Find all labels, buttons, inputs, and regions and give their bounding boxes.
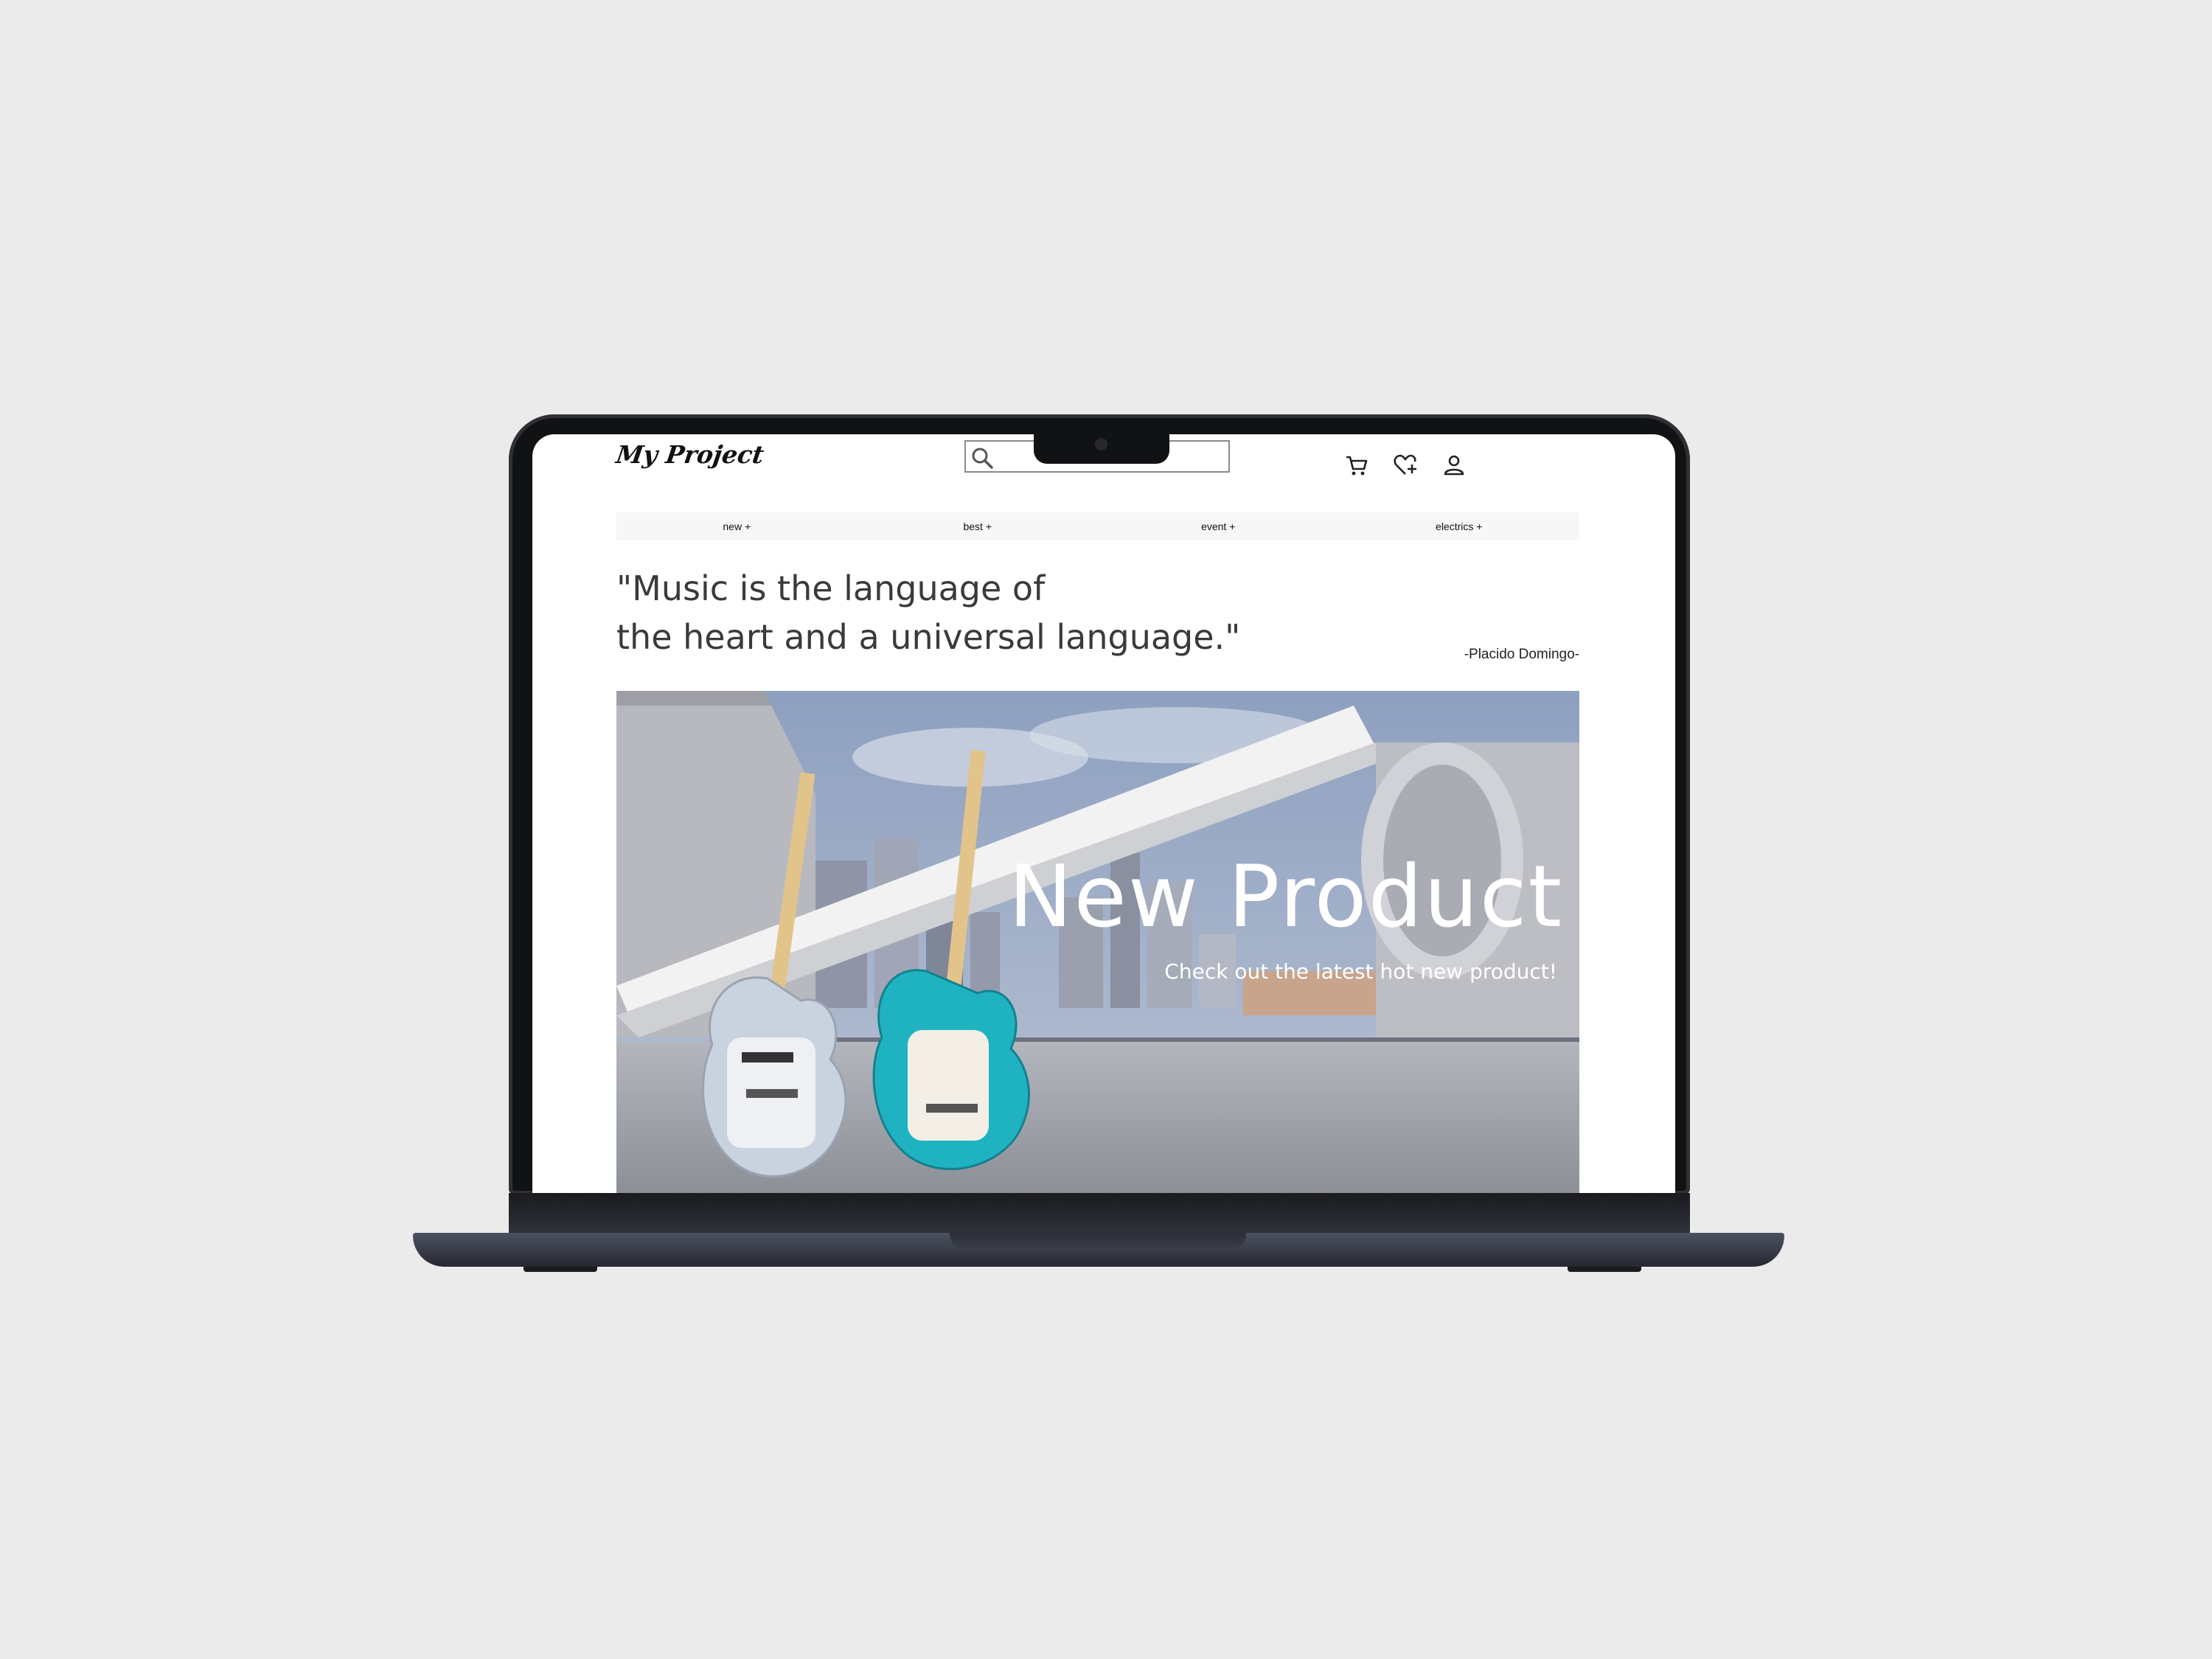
quote-line-1: "Music is the language of xyxy=(616,568,1046,608)
nav-item-electrics[interactable]: electrics + xyxy=(1339,512,1580,540)
hero-banner[interactable]: New Product Check out the latest hot new… xyxy=(616,691,1579,1194)
quote-line-2: the heart and a universal language." xyxy=(616,617,1241,657)
hero-title: New Product xyxy=(1008,847,1563,947)
wishlist-heart-icon[interactable] xyxy=(1392,452,1419,479)
main-nav: new + best + event + electrics + xyxy=(616,512,1579,540)
laptop-screen: My Project new + best + event + electric… xyxy=(532,434,1675,1194)
hero-subtitle: Check out the latest hot new product! xyxy=(1164,959,1557,984)
laptop-foot-left xyxy=(524,1267,597,1272)
laptop-foot-right xyxy=(1568,1267,1641,1272)
header-icons xyxy=(1343,452,1467,479)
quote-author: -Placido Domingo- xyxy=(1464,647,1579,662)
user-icon[interactable] xyxy=(1441,452,1467,479)
laptop-hinge xyxy=(509,1193,1690,1234)
nav-item-new[interactable]: new + xyxy=(616,512,858,540)
cart-icon[interactable] xyxy=(1343,452,1370,479)
nav-item-best[interactable]: best + xyxy=(858,512,1099,540)
nav-item-event[interactable]: event + xyxy=(1098,512,1339,540)
site-logo[interactable]: My Project xyxy=(614,440,765,469)
quote-text: "Music is the language of the heart and … xyxy=(616,564,1240,661)
search-icon xyxy=(972,448,993,469)
camera-icon xyxy=(1095,438,1107,451)
laptop-opening-notch xyxy=(950,1233,1246,1249)
